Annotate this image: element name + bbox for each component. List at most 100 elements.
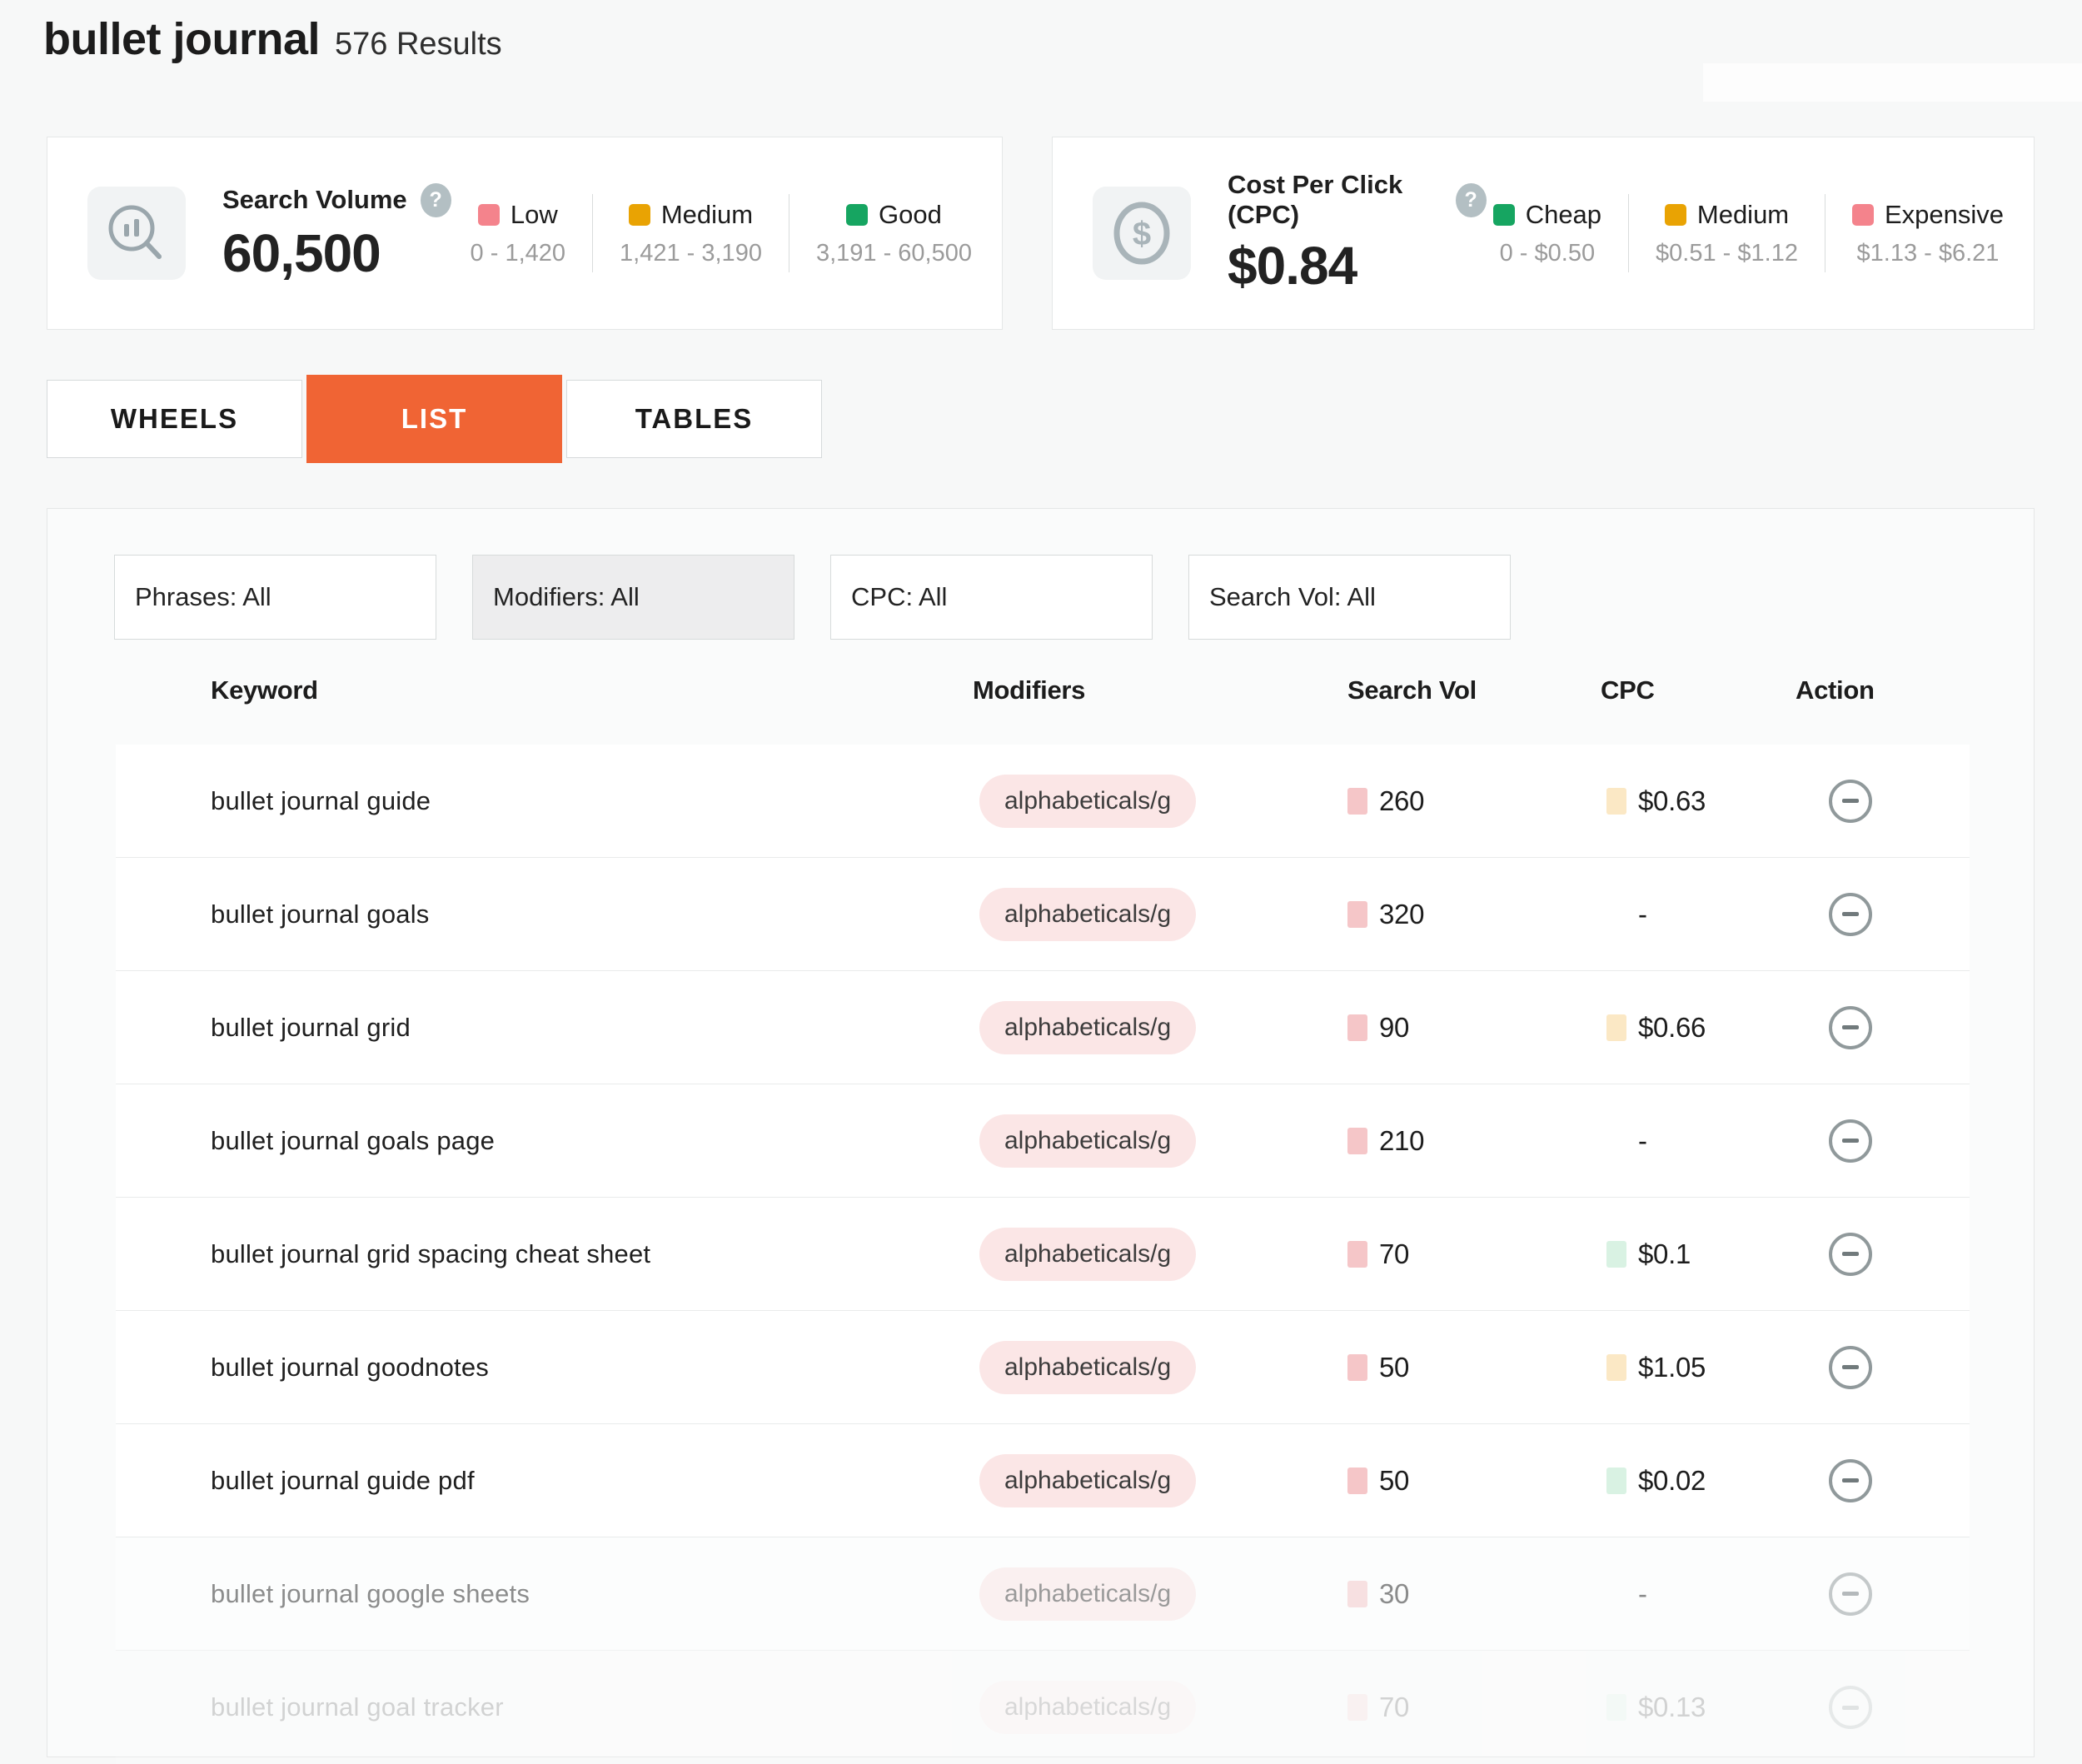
legend-square-expensive <box>1852 204 1874 226</box>
modifier-pill: alphabeticals/g <box>979 1567 1196 1621</box>
keyword-cell: bullet journal goal tracker <box>211 1692 504 1722</box>
search-vol-value: 90 <box>1379 1012 1409 1044</box>
search-volume-legend: Low 0 - 1,420 Medium 1,421 - 3,190 Good … <box>464 194 979 272</box>
page-header: bullet journal 576 Results <box>43 13 502 65</box>
col-keyword: Keyword <box>211 675 318 705</box>
filter-phrases[interactable]: Phrases: All <box>114 555 436 640</box>
modifier-cell: alphabeticals/g <box>979 1341 1196 1394</box>
table-row: bullet journal google sheets alphabetica… <box>116 1537 1970 1651</box>
cpc-chip <box>1606 1354 1626 1381</box>
modifier-cell: alphabeticals/g <box>979 1228 1196 1281</box>
search-vol-chip <box>1347 1468 1367 1494</box>
search-vol-chip <box>1347 1241 1367 1268</box>
legend-item-expensive: Expensive $1.13 - $6.21 <box>1845 200 2010 267</box>
cpc-value: - <box>1638 1578 1647 1610</box>
filter-cpc[interactable]: CPC: All <box>830 555 1153 640</box>
minus-icon <box>1842 1139 1859 1143</box>
search-vol-cell: 260 <box>1347 785 1424 817</box>
remove-keyword-button[interactable] <box>1829 1686 1872 1729</box>
search-vol-cell: 30 <box>1347 1578 1409 1610</box>
keyword-cell: bullet journal google sheets <box>211 1579 530 1609</box>
cpc-help-icon[interactable]: ? <box>1456 183 1487 217</box>
results-count: 576 Results <box>335 27 502 62</box>
table-row: bullet journal grid alphabeticals/g 90 $… <box>116 971 1970 1084</box>
legend-square-low <box>478 204 500 226</box>
cpc-value: - <box>1638 1125 1647 1157</box>
minus-icon <box>1842 1252 1859 1256</box>
search-vol-cell: 90 <box>1347 1012 1409 1044</box>
legend-item-medium: Medium 1,421 - 3,190 <box>613 200 769 267</box>
search-vol-chip <box>1347 1694 1367 1721</box>
col-modifiers: Modifiers <box>973 675 1085 705</box>
tab-tables[interactable]: TABLES <box>566 380 822 458</box>
col-cpc: CPC <box>1601 675 1655 705</box>
svg-text:$: $ <box>1133 216 1151 252</box>
filter-search-vol[interactable]: Search Vol: All <box>1188 555 1511 640</box>
legend-divider <box>1628 194 1629 272</box>
remove-keyword-button[interactable] <box>1829 893 1872 936</box>
minus-icon <box>1842 1025 1859 1029</box>
legend-item-medium-cpc: Medium $0.51 - $1.12 <box>1649 200 1805 267</box>
modifier-pill: alphabeticals/g <box>979 1454 1196 1507</box>
cpc-label: Cost Per Click (CPC) <box>1228 170 1442 230</box>
table-body: bullet journal guide alphabeticals/g 260… <box>116 745 1970 1764</box>
remove-keyword-button[interactable] <box>1829 1346 1872 1389</box>
keyword-cell: bullet journal grid spacing cheat sheet <box>211 1239 650 1269</box>
cpc-value: - <box>1638 899 1647 930</box>
cpc-icon-tile: $ <box>1093 187 1191 280</box>
tab-list[interactable]: LIST <box>306 375 562 463</box>
cpc-value: $0.84 <box>1228 235 1487 296</box>
search-volume-help-icon[interactable]: ? <box>421 183 451 217</box>
minus-icon <box>1842 1706 1859 1710</box>
search-vol-value: 50 <box>1379 1352 1409 1383</box>
remove-keyword-button[interactable] <box>1829 1119 1872 1163</box>
modifier-pill: alphabeticals/g <box>979 1001 1196 1054</box>
remove-keyword-button[interactable] <box>1829 1459 1872 1502</box>
search-vol-cell: 320 <box>1347 899 1424 930</box>
legend-item-cheap: Cheap 0 - $0.50 <box>1487 200 1608 267</box>
modifier-cell: alphabeticals/g <box>979 1567 1196 1621</box>
table-row: bullet journal guide alphabeticals/g 260… <box>116 745 1970 858</box>
cpc-cell: - <box>1606 1125 1647 1157</box>
legend-item-low: Low 0 - 1,420 <box>464 200 572 267</box>
keyword-cell: bullet journal guide <box>211 786 431 816</box>
cpc-value: $0.63 <box>1638 785 1706 817</box>
search-vol-value: 320 <box>1379 899 1424 930</box>
table-header: Keyword Modifiers Search Vol CPC Action <box>47 675 2034 712</box>
search-volume-icon <box>106 202 167 264</box>
cpc-card: $ Cost Per Click (CPC) ? $0.84 Cheap 0 -… <box>1052 137 2035 330</box>
remove-keyword-button[interactable] <box>1829 1572 1872 1616</box>
search-vol-chip <box>1347 1014 1367 1041</box>
cpc-value: $1.05 <box>1638 1352 1706 1383</box>
search-vol-value: 30 <box>1379 1578 1409 1610</box>
search-vol-cell: 70 <box>1347 1692 1409 1723</box>
modifier-pill: alphabeticals/g <box>979 775 1196 828</box>
view-tabs: WHEELS LIST TABLES <box>47 380 822 458</box>
tab-wheels[interactable]: WHEELS <box>47 380 302 458</box>
cpc-value: $0.02 <box>1638 1465 1706 1497</box>
cpc-chip <box>1606 788 1626 815</box>
legend-square-cheap <box>1493 204 1515 226</box>
cpc-chip <box>1606 1241 1626 1268</box>
cpc-value: $0.66 <box>1638 1012 1706 1044</box>
cpc-cell: $0.1 <box>1606 1238 1691 1270</box>
filters-row: Phrases: All Modifiers: All CPC: All Sea… <box>114 555 1511 640</box>
legend-divider <box>592 194 593 272</box>
search-vol-chip <box>1347 1128 1367 1154</box>
keyword-cell: bullet journal goals page <box>211 1126 495 1156</box>
keyword-cell: bullet journal grid <box>211 1013 411 1043</box>
search-vol-cell: 50 <box>1347 1465 1409 1497</box>
remove-keyword-button[interactable] <box>1829 1233 1872 1276</box>
cpc-cell: $0.13 <box>1606 1692 1706 1723</box>
keyword-cell: bullet journal goodnotes <box>211 1353 489 1383</box>
search-volume-text: Search Volume ? 60,500 <box>222 183 451 284</box>
cpc-legend: Cheap 0 - $0.50 Medium $0.51 - $1.12 Exp… <box>1487 194 2010 272</box>
filter-modifiers[interactable]: Modifiers: All <box>472 555 794 640</box>
search-volume-label: Search Volume <box>222 185 407 215</box>
search-vol-cell: 50 <box>1347 1352 1409 1383</box>
search-vol-value: 210 <box>1379 1125 1424 1157</box>
modifier-cell: alphabeticals/g <box>979 1001 1196 1054</box>
remove-keyword-button[interactable] <box>1829 1006 1872 1049</box>
cpc-text: Cost Per Click (CPC) ? $0.84 <box>1228 170 1487 296</box>
remove-keyword-button[interactable] <box>1829 780 1872 823</box>
